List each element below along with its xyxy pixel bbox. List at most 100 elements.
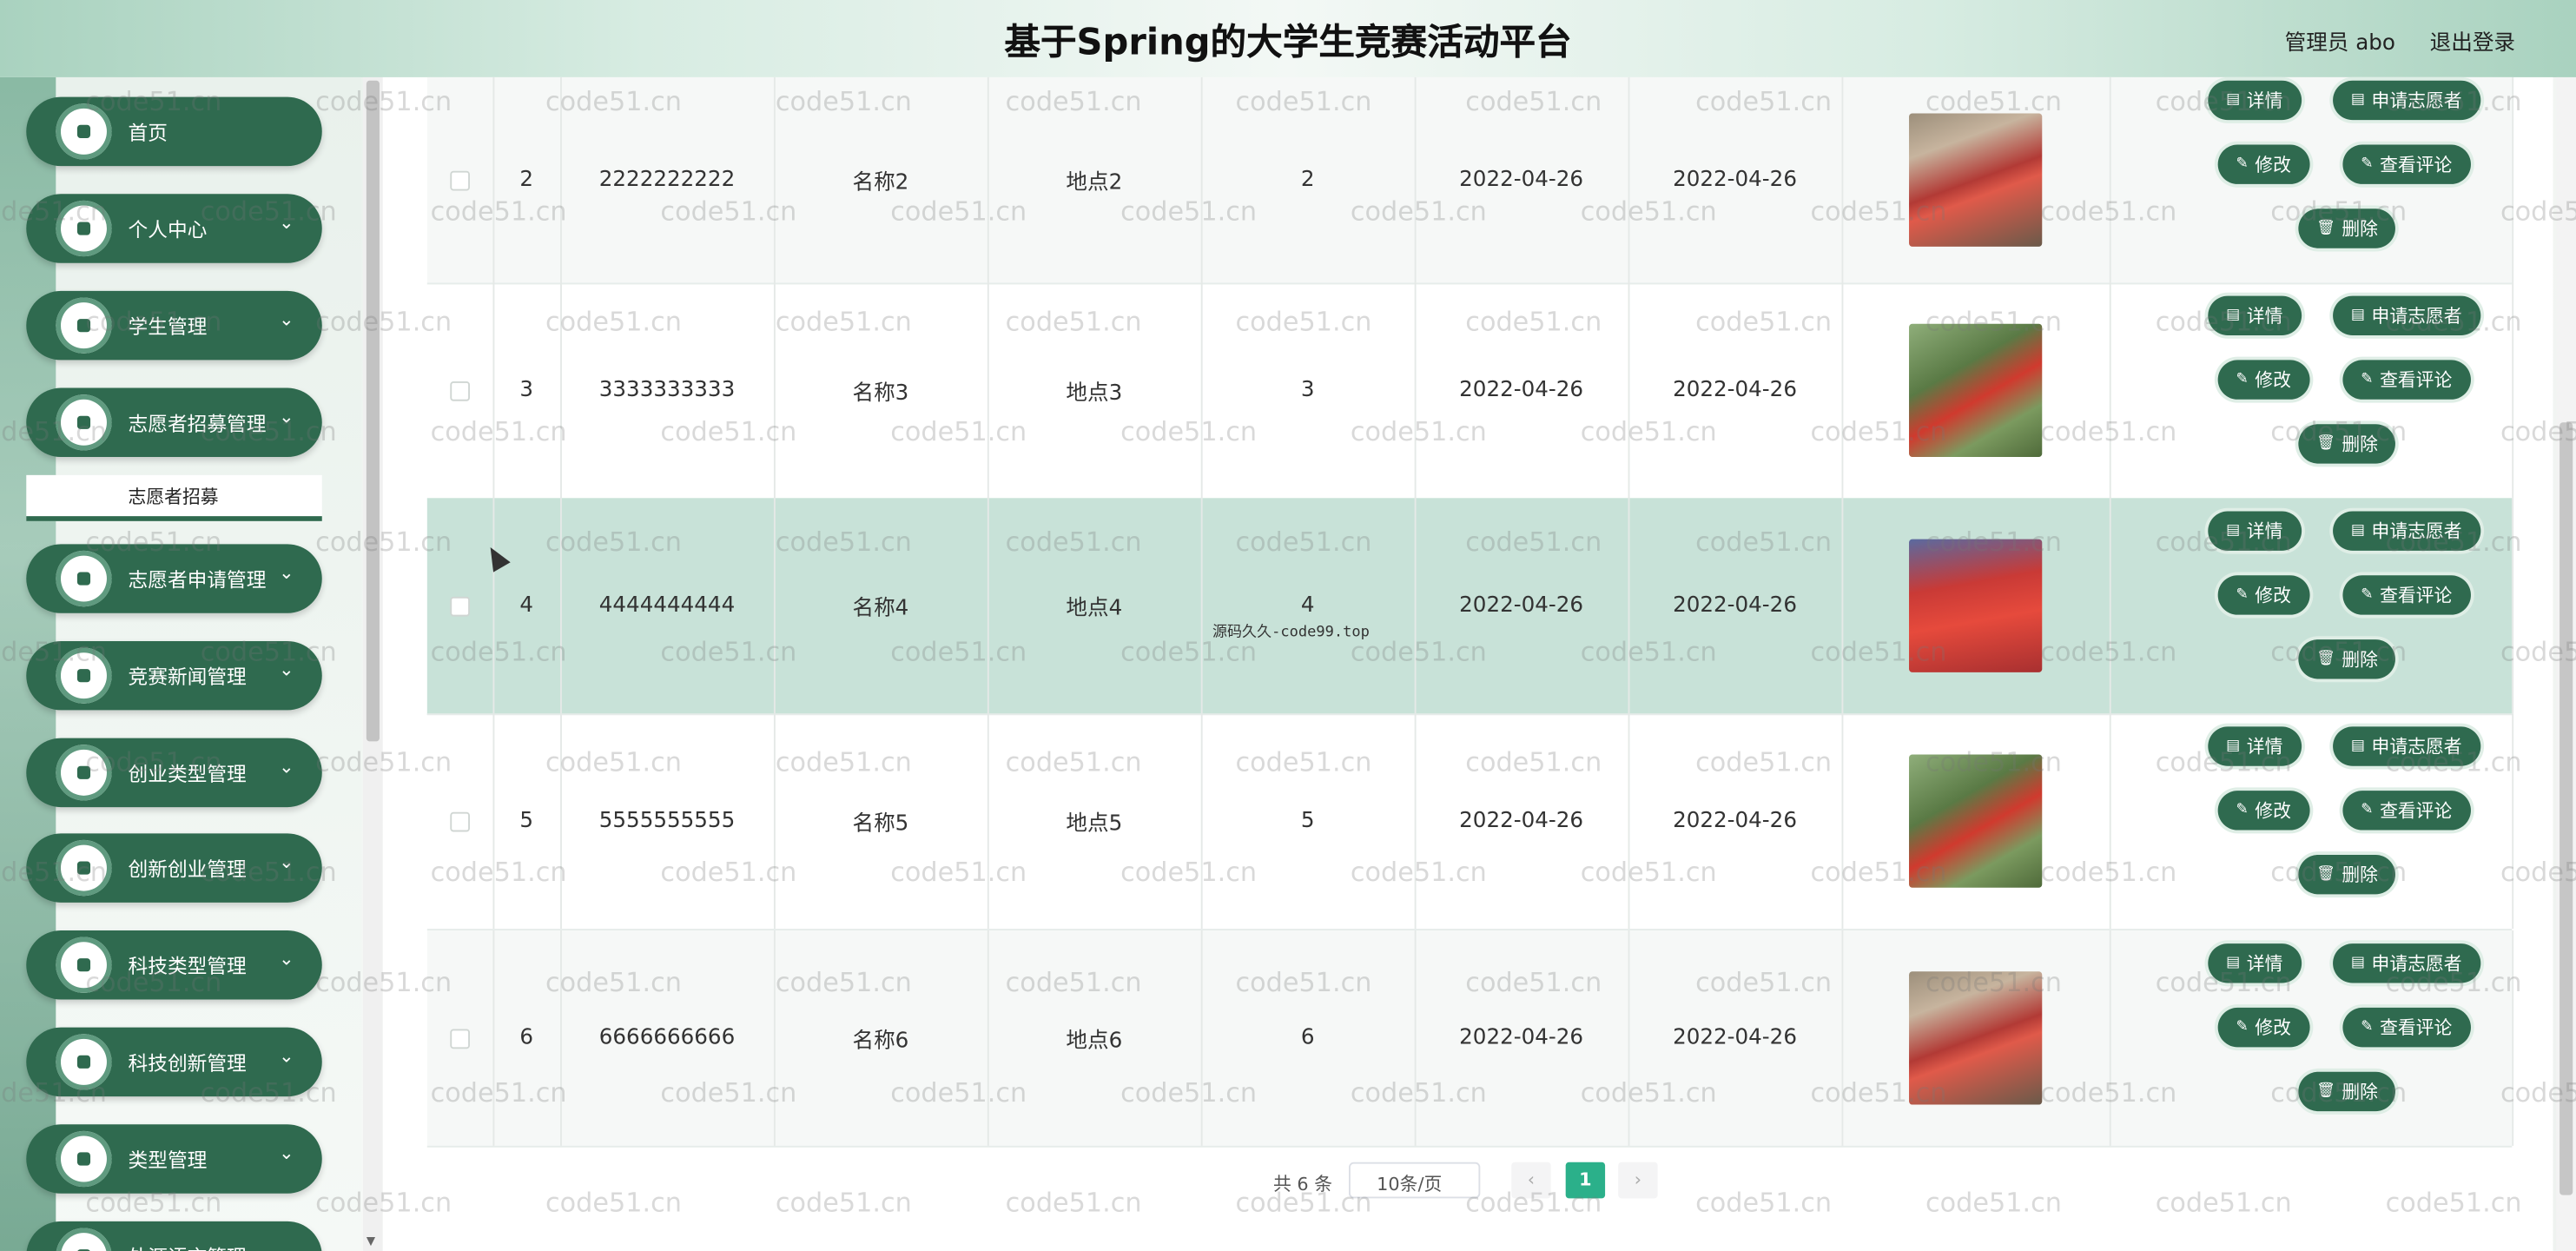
cell-count: 6	[1201, 930, 1417, 1146]
cell-index: 5	[492, 713, 562, 930]
image-cell	[1841, 930, 2111, 1146]
edit-button[interactable]: ✎ 修改	[2217, 360, 2309, 400]
cell-value: 6	[1300, 1025, 1315, 1051]
cell-value: 4	[519, 593, 534, 619]
sidebar-item-4[interactable]: 志愿者申请管理 ⌄	[26, 544, 322, 613]
chevron-down-icon: ⌄	[279, 406, 294, 427]
activity-photo[interactable]	[1909, 323, 2043, 458]
cell-code: 5555555555	[560, 713, 776, 930]
sidebar-item-3[interactable]: 志愿者招募管理 ⌄	[26, 387, 322, 458]
trash-icon: 🗑	[2316, 866, 2335, 884]
apply-volunteer-button[interactable]: ▤ 申请志愿者	[2333, 511, 2480, 551]
sidebar-item-label: 志愿者招募管理	[128, 412, 267, 436]
pencil-icon: ✎	[2236, 156, 2249, 173]
apply-volunteer-button[interactable]: ▤ 申请志愿者	[2333, 295, 2480, 336]
detail-button[interactable]: ▤ 详情	[2208, 295, 2302, 336]
actions-cell: ▤ 详情 ▤ 申请志愿者 ✎ 修改 ✎ 查看评论 🗑 删除	[2110, 713, 2514, 930]
detail-button[interactable]: ▤ 详情	[2208, 80, 2302, 121]
view-comments-button[interactable]: ✎ 查看评论	[2342, 360, 2471, 400]
view-comments-button[interactable]: ✎ 查看评论	[2342, 791, 2471, 831]
menu-icon	[56, 550, 112, 607]
row-checkbox-cell	[427, 76, 495, 283]
menu-icon	[56, 297, 112, 354]
view-comments-button[interactable]: ✎ 查看评论	[2342, 1007, 2471, 1048]
cell-value: 名称3	[852, 381, 909, 407]
detail-button[interactable]: ▤ 详情	[2208, 943, 2302, 983]
submenu-volunteer-recruit[interactable]: 志愿者招募	[26, 474, 322, 521]
main-scroll-thumb[interactable]	[2559, 422, 2573, 1195]
apply-volunteer-button[interactable]: ▤ 申请志愿者	[2333, 80, 2480, 121]
sidebar-item-7[interactable]: 创新创业管理 ⌄	[26, 833, 322, 903]
sidebar-scrollbar[interactable]: ▼	[363, 76, 383, 1251]
edit-button[interactable]: ✎ 修改	[2217, 791, 2309, 831]
main-scrollbar[interactable]	[2556, 76, 2576, 1251]
page-size-select[interactable]: 10条/页	[1349, 1162, 1481, 1199]
page-number-button[interactable]: 1	[1565, 1162, 1606, 1199]
delete-button[interactable]: 🗑 删除	[2298, 208, 2396, 248]
activity-photo[interactable]	[1909, 113, 2043, 247]
activity-photo[interactable]	[1909, 539, 2043, 672]
table-row[interactable]: 3 3333333333 名称3 地点3 3 2022-04-26 2022-04-26 ▤ 详…	[426, 282, 2514, 500]
sidebar-item-0[interactable]: 首页	[26, 96, 322, 167]
edit-button[interactable]: ✎ 修改	[2217, 575, 2309, 615]
edit-button[interactable]: ✎ 修改	[2217, 1007, 2309, 1048]
sidebar-scroll-thumb[interactable]	[366, 80, 380, 742]
view-comments-button[interactable]: ✎ 查看评论	[2342, 144, 2471, 184]
scroll-down-icon[interactable]: ▼	[367, 1234, 375, 1248]
sidebar-item-2[interactable]: 学生管理 ⌄	[26, 290, 322, 361]
cell-value: 地点2	[1066, 170, 1123, 196]
button-label: 申请志愿者	[2371, 90, 2462, 112]
row-checkbox[interactable]	[450, 169, 470, 190]
activity-photo[interactable]	[1909, 971, 2043, 1105]
prev-page-button[interactable]: ‹	[1511, 1162, 1551, 1199]
sidebar-item-9[interactable]: 科技创新管理 ⌄	[26, 1027, 322, 1097]
sidebar-item-11[interactable]: 外源语言管理 ⌄	[26, 1221, 322, 1251]
next-page-button[interactable]: ›	[1618, 1162, 1658, 1199]
delete-button[interactable]: 🗑 删除	[2298, 1071, 2396, 1112]
view-comments-button[interactable]: ✎ 查看评论	[2342, 575, 2471, 615]
button-label: 申请志愿者	[2371, 520, 2462, 543]
delete-button[interactable]: 🗑 删除	[2298, 424, 2396, 464]
apply-volunteer-button[interactable]: ▤ 申请志愿者	[2333, 943, 2480, 983]
activity-photo[interactable]	[1909, 754, 2043, 888]
cell-value: 5555555555	[598, 808, 736, 834]
document-icon: ▤	[2226, 91, 2241, 109]
sidebar-item-8[interactable]: 科技类型管理 ⌄	[26, 930, 322, 1000]
logout-link[interactable]: 退出登录	[2430, 24, 2515, 56]
edit-button[interactable]: ✎ 修改	[2217, 144, 2309, 184]
detail-button[interactable]: ▤ 详情	[2208, 726, 2302, 766]
table-row[interactable]: 4 4444444444 名称4 地点4 4 2022-04-26 2022-04-26 ▤ 详…	[426, 498, 2514, 716]
cell-value: 4	[1300, 593, 1315, 619]
button-label: 申请志愿者	[2371, 736, 2462, 758]
row-checkbox[interactable]	[450, 381, 470, 400]
cell-end: 2022-04-26	[1628, 282, 1844, 499]
pagination-total: 共 6 条	[1272, 1174, 1333, 1195]
delete-button[interactable]: 🗑 删除	[2298, 639, 2396, 679]
sidebar-item-5[interactable]: 竞赛新闻管理 ⌄	[26, 640, 322, 711]
cell-place: 地点3	[987, 282, 1203, 499]
sidebar-item-6[interactable]: 创业类型管理 ⌄	[26, 738, 322, 808]
button-label: 修改	[2255, 369, 2291, 392]
sidebar-item-1[interactable]: 个人中心 ⌄	[26, 194, 322, 263]
row-checkbox-cell	[427, 282, 495, 499]
document-icon: ▤	[2226, 307, 2241, 324]
delete-button[interactable]: 🗑 删除	[2298, 854, 2396, 895]
cell-name: 名称3	[774, 282, 989, 499]
cell-value: 2022-04-26	[1673, 378, 1797, 403]
row-checkbox[interactable]	[450, 811, 470, 831]
cell-start: 2022-04-26	[1415, 498, 1630, 714]
row-checkbox[interactable]	[450, 1028, 470, 1049]
row-checkbox[interactable]	[450, 595, 470, 616]
trash-icon: 🗑	[2316, 435, 2335, 453]
menu-icon	[56, 1034, 112, 1090]
pencil-icon: ✎	[2236, 371, 2249, 388]
apply-volunteer-button[interactable]: ▤ 申请志愿者	[2333, 726, 2480, 766]
table-row[interactable]: 2 2222222222 名称2 地点2 2 2022-04-26 2022-04-26 ▤ 详…	[426, 76, 2514, 285]
button-label: 修改	[2255, 154, 2291, 176]
table-row[interactable]: 5 5555555555 名称5 地点5 5 2022-04-26 2022-04-26 ▤ 详…	[426, 713, 2514, 930]
table-row[interactable]: 6 6666666666 名称6 地点6 6 2022-04-26 2022-04-26 ▤ 详…	[426, 930, 2514, 1148]
detail-button[interactable]: ▤ 详情	[2208, 511, 2302, 551]
cell-name: 名称2	[774, 76, 989, 283]
pencil-icon: ✎	[2361, 156, 2374, 173]
pencil-icon: ✎	[2236, 802, 2249, 819]
